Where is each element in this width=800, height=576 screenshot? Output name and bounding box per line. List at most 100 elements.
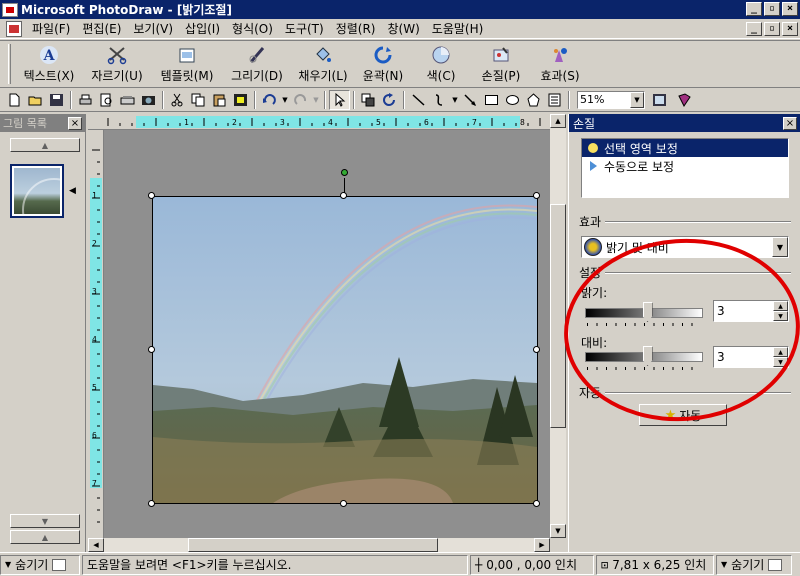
copy-button[interactable] xyxy=(188,90,209,110)
menu-tools[interactable]: 도구(T) xyxy=(279,20,330,38)
scan-button[interactable] xyxy=(117,90,138,110)
effect-select[interactable]: 밝기 및 대비 ▼ xyxy=(581,236,789,258)
resize-handle-s[interactable] xyxy=(340,500,347,507)
vertical-scrollbar[interactable]: ▲ ▼ xyxy=(550,114,566,538)
resize-handle-nw[interactable] xyxy=(148,192,155,199)
menu-view[interactable]: 보기(V) xyxy=(127,20,179,38)
chevron-down-icon[interactable]: ▼ xyxy=(772,237,788,257)
scroll-up-button[interactable]: ▲ xyxy=(550,114,566,128)
chevron-down-icon[interactable]: ▼ xyxy=(630,91,644,108)
text-tool[interactable] xyxy=(544,90,565,110)
picture-list-close-button[interactable]: × xyxy=(68,116,82,130)
pointer-tool[interactable] xyxy=(329,89,350,110)
picture-thumbnail[interactable] xyxy=(10,164,64,218)
crop-button[interactable]: 자르기(U) xyxy=(83,42,151,86)
contrast-spinbox[interactable]: 3 ▲ ▼ xyxy=(713,346,789,368)
arrange-button[interactable] xyxy=(358,90,379,110)
resize-handle-e[interactable] xyxy=(533,346,540,353)
arrow-tool[interactable] xyxy=(460,90,481,110)
horizontal-scroll-thumb[interactable] xyxy=(188,538,438,552)
zoom-fit-button[interactable] xyxy=(649,90,670,110)
help-button[interactable] xyxy=(674,90,695,110)
resize-handle-se[interactable] xyxy=(533,500,540,507)
contrast-spin-up[interactable]: ▲ xyxy=(773,347,788,357)
brightness-slider[interactable] xyxy=(585,302,703,328)
app-icon[interactable] xyxy=(2,2,18,17)
template-button[interactable]: 템플릿(M) xyxy=(151,42,223,86)
resize-handle-ne[interactable] xyxy=(533,192,540,199)
curve-tool[interactable] xyxy=(429,90,450,110)
cut-button[interactable] xyxy=(167,90,188,110)
contrast-slider-knob[interactable] xyxy=(642,346,653,366)
curve-dropdown[interactable]: ▼ xyxy=(450,90,460,110)
contrast-slider[interactable] xyxy=(585,346,703,372)
format-painter-button[interactable] xyxy=(230,90,251,110)
brightness-spin-up[interactable]: ▲ xyxy=(773,301,788,311)
picture-list-scroll-down[interactable]: ▼ xyxy=(10,514,80,528)
menu-edit[interactable]: 편집(E) xyxy=(76,20,127,38)
line-tool[interactable] xyxy=(408,90,429,110)
fill-button[interactable]: 채우기(L) xyxy=(291,42,355,86)
hide-right-toggle[interactable]: ▼ 숨기기 xyxy=(716,554,792,575)
menu-insert[interactable]: 삽입(I) xyxy=(179,20,226,38)
scroll-down-button[interactable]: ▼ xyxy=(550,524,566,538)
effects-button[interactable]: 효과(S) xyxy=(531,42,589,86)
picture-list-scroll-up[interactable]: ▲ xyxy=(10,138,80,152)
scroll-left-button[interactable]: ◀ xyxy=(88,538,104,552)
outline-button[interactable]: 윤곽(N) xyxy=(355,42,411,86)
draw-button[interactable]: 그리기(D) xyxy=(223,42,291,86)
restore-button[interactable]: ▫ xyxy=(764,2,780,16)
toolbar-grip[interactable] xyxy=(8,44,11,84)
resize-handle-sw[interactable] xyxy=(148,500,155,507)
color-button[interactable]: 색(C) xyxy=(411,42,471,86)
workspace[interactable] xyxy=(104,130,550,538)
close-button[interactable]: × xyxy=(782,2,798,16)
rectangle-tool[interactable] xyxy=(481,90,502,110)
hide-left-toggle[interactable]: ▼ 숨기기 xyxy=(0,554,80,575)
vertical-scroll-thumb[interactable] xyxy=(550,204,566,428)
doc-restore-button[interactable]: ▫ xyxy=(764,22,780,36)
menu-format[interactable]: 형식(O) xyxy=(226,20,279,38)
doc-minimize-button[interactable]: _ xyxy=(746,22,762,36)
paste-button[interactable] xyxy=(209,90,230,110)
picture-list-scroll-end[interactable]: ▲ xyxy=(10,530,80,544)
open-button[interactable] xyxy=(25,90,46,110)
brightness-spinbox[interactable]: 3 ▲ ▼ xyxy=(713,300,789,322)
rotation-handle[interactable] xyxy=(341,169,348,176)
document-icon[interactable] xyxy=(6,20,22,37)
print-button[interactable] xyxy=(75,90,96,110)
digital-camera-button[interactable] xyxy=(138,90,159,110)
text-button[interactable]: A 텍스트(X) xyxy=(15,42,83,86)
brightness-slider-knob[interactable] xyxy=(642,302,653,322)
doc-close-button[interactable]: × xyxy=(782,22,798,36)
canvas-area[interactable]: 1 2 3 4 5 6 7 8 1 2 3 4 5 6 7 xyxy=(88,114,566,538)
redo-button[interactable] xyxy=(290,90,311,110)
touchup-button[interactable]: 손질(P) xyxy=(471,42,531,86)
horizontal-scrollbar[interactable]: ◀ ▶ xyxy=(88,538,550,552)
save-button[interactable] xyxy=(46,90,67,110)
contrast-spin-down[interactable]: ▼ xyxy=(773,357,788,367)
menu-file[interactable]: 파일(F) xyxy=(26,20,76,38)
rainbow-photo[interactable] xyxy=(152,196,538,504)
menu-window[interactable]: 창(W) xyxy=(382,20,426,38)
minimize-button[interactable]: _ xyxy=(746,2,762,16)
rotate-button[interactable] xyxy=(379,90,400,110)
print-preview-button[interactable] xyxy=(96,90,117,110)
brightness-spin-down[interactable]: ▼ xyxy=(773,311,788,321)
scroll-right-button[interactable]: ▶ xyxy=(534,538,550,552)
new-button[interactable] xyxy=(4,90,25,110)
zoom-select[interactable]: 51% ▼ xyxy=(577,90,645,109)
autoshape-tool[interactable] xyxy=(523,90,544,110)
resize-handle-n[interactable] xyxy=(340,192,347,199)
option-correct-selection[interactable]: 선택 영역 보정 xyxy=(582,139,788,157)
touchup-panel-close-button[interactable]: × xyxy=(783,116,797,130)
menu-arrange[interactable]: 정렬(R) xyxy=(330,20,382,38)
undo-dropdown[interactable]: ▼ xyxy=(280,90,290,110)
resize-handle-w[interactable] xyxy=(148,346,155,353)
ellipse-tool[interactable] xyxy=(502,90,523,110)
auto-correct-button[interactable]: ★ 자동 xyxy=(639,404,727,426)
redo-dropdown[interactable]: ▼ xyxy=(311,90,321,110)
option-manual-correct[interactable]: 수동으로 보정 xyxy=(582,157,788,175)
undo-button[interactable] xyxy=(259,90,280,110)
menu-help[interactable]: 도움말(H) xyxy=(426,20,490,38)
